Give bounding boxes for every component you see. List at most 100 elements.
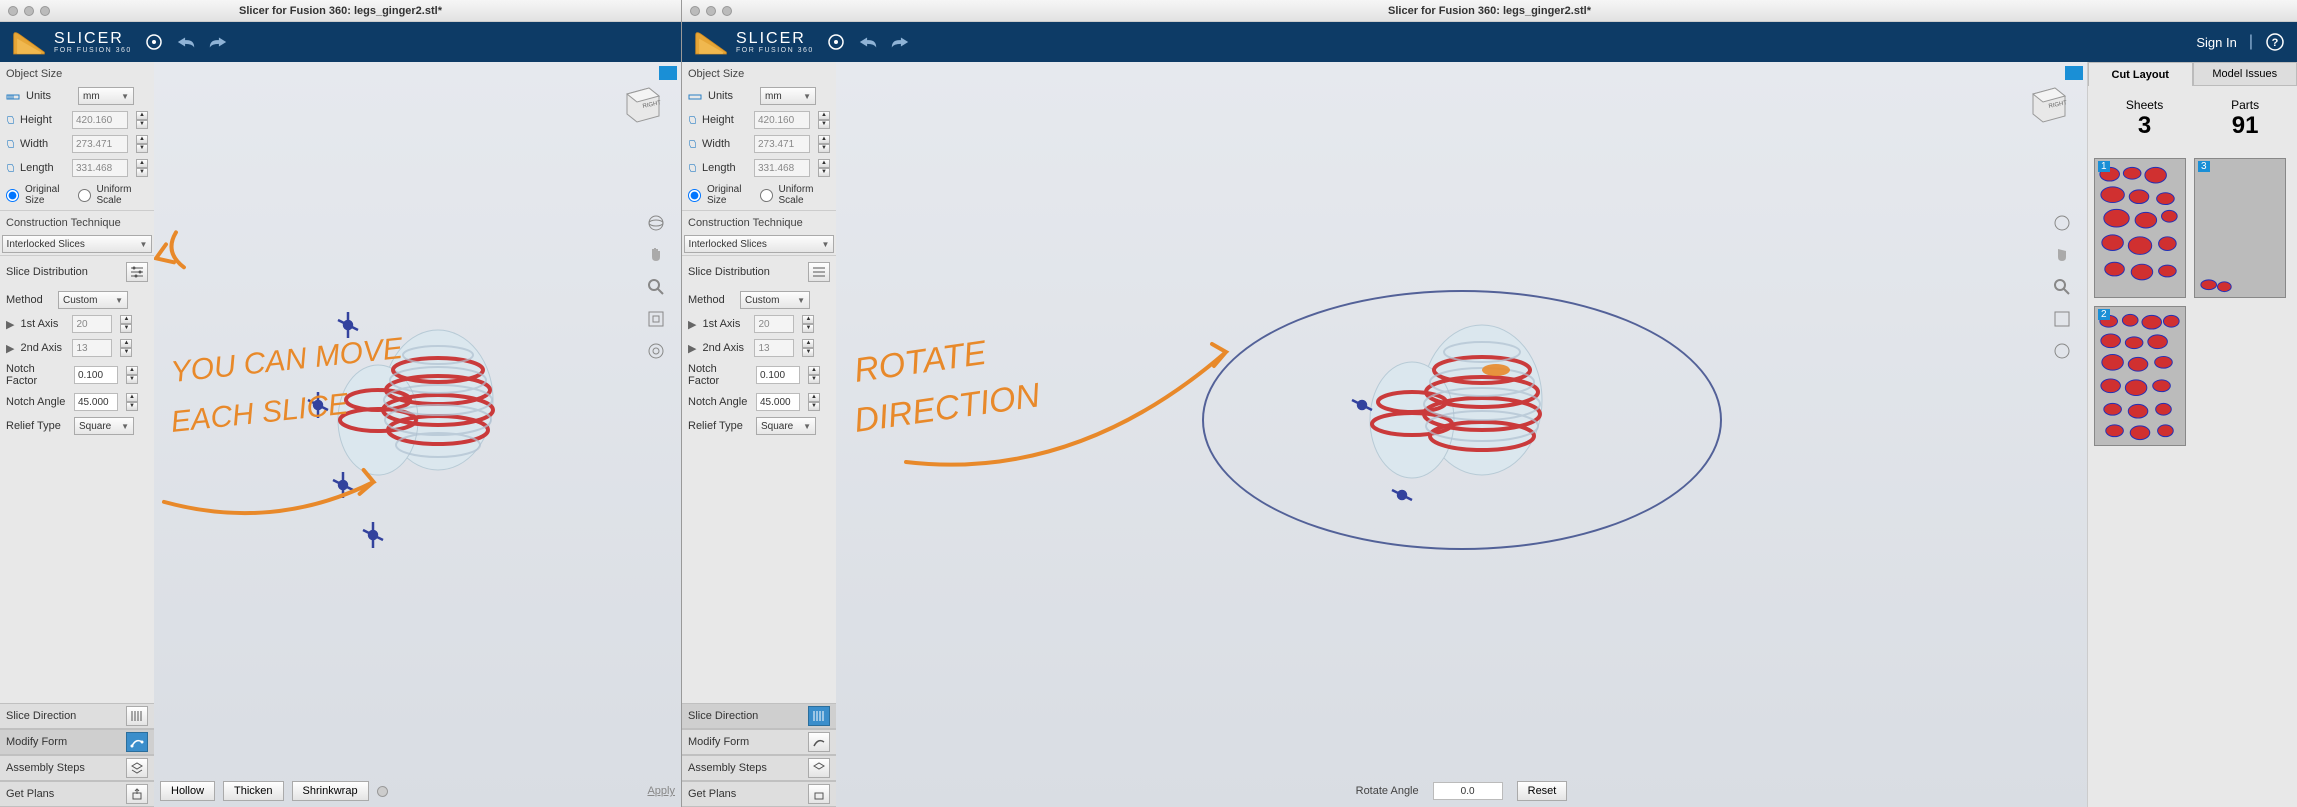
viewcube[interactable]: RIGHT (2025, 80, 2069, 124)
traffic-minimize[interactable] (706, 6, 716, 16)
viewcube[interactable]: RIGHT (619, 80, 663, 124)
slider-handle[interactable] (377, 786, 388, 797)
notch-angle-down[interactable]: ▼ (808, 402, 820, 411)
get-plans-button[interactable] (126, 784, 148, 804)
rotate-angle-input[interactable] (1433, 782, 1503, 800)
orbit-icon[interactable] (2051, 212, 2073, 234)
uniform-scale-radio[interactable] (78, 189, 91, 202)
notch-factor-up[interactable]: ▲ (808, 366, 820, 375)
notch-angle-input[interactable] (756, 393, 800, 411)
construction-technique-dropdown[interactable]: Interlocked Slices▼ (684, 235, 835, 253)
target-icon[interactable] (144, 32, 164, 52)
method-dropdown[interactable]: Custom▼ (740, 291, 810, 309)
pan-icon[interactable] (645, 244, 667, 266)
length-input[interactable] (754, 159, 810, 177)
axis2-input[interactable] (72, 339, 112, 357)
axis1-input[interactable] (72, 315, 112, 333)
home-icon[interactable] (2051, 340, 2073, 362)
sign-in-link[interactable]: Sign In (2196, 35, 2236, 50)
original-size-radio[interactable] (6, 189, 19, 202)
notch-factor-down[interactable]: ▼ (808, 375, 820, 384)
traffic-minimize[interactable] (24, 6, 34, 16)
fit-icon[interactable] (2051, 308, 2073, 330)
units-dropdown[interactable]: mm▼ (78, 87, 134, 105)
home-icon[interactable] (645, 340, 667, 362)
redo-icon[interactable] (890, 32, 910, 52)
width-down[interactable]: ▼ (818, 144, 830, 153)
height-down[interactable]: ▼ (818, 120, 830, 129)
height-up[interactable]: ▲ (136, 111, 148, 120)
modify-form-button[interactable] (126, 732, 148, 752)
thicken-button[interactable]: Thicken (223, 781, 284, 801)
axis1-down[interactable]: ▼ (120, 324, 132, 333)
relief-type-dropdown[interactable]: Square▼ (74, 417, 134, 435)
method-dropdown[interactable]: Custom▼ (58, 291, 128, 309)
axis2-up[interactable]: ▲ (120, 339, 132, 348)
notch-factor-input[interactable] (74, 366, 118, 384)
length-up[interactable]: ▲ (136, 159, 148, 168)
slice-direction-button[interactable] (126, 706, 148, 726)
get-plans-button[interactable] (808, 784, 830, 804)
slice-distribution-settings-button[interactable] (808, 262, 830, 282)
traffic-zoom[interactable] (722, 6, 732, 16)
notch-angle-down[interactable]: ▼ (126, 402, 138, 411)
traffic-close[interactable] (690, 6, 700, 16)
axis2-input[interactable] (754, 339, 794, 357)
axis2-down[interactable]: ▼ (120, 348, 132, 357)
cutsheet-1[interactable]: 1 (2094, 158, 2186, 298)
notch-angle-input[interactable] (74, 393, 118, 411)
fit-icon[interactable] (645, 308, 667, 330)
orbit-icon[interactable] (645, 212, 667, 234)
length-input[interactable] (72, 159, 128, 177)
uniform-scale-radio[interactable] (760, 189, 773, 202)
traffic-zoom[interactable] (40, 6, 50, 16)
axis1-down[interactable]: ▼ (802, 324, 814, 333)
slice-direction-button[interactable] (808, 706, 830, 726)
target-icon[interactable] (826, 32, 846, 52)
axis1-up[interactable]: ▲ (120, 315, 132, 324)
width-up[interactable]: ▲ (818, 135, 830, 144)
traffic-close[interactable] (8, 6, 18, 16)
pan-icon[interactable] (2051, 244, 2073, 266)
width-input[interactable] (754, 135, 810, 153)
original-size-radio[interactable] (688, 189, 701, 202)
notch-factor-down[interactable]: ▼ (126, 375, 138, 384)
zoom-icon[interactable] (2051, 276, 2073, 298)
units-dropdown[interactable]: mm▼ (760, 87, 816, 105)
zoom-icon[interactable] (645, 276, 667, 298)
fullscreen-icon[interactable] (2065, 66, 2083, 80)
axis2-down[interactable]: ▼ (802, 348, 814, 357)
height-up[interactable]: ▲ (818, 111, 830, 120)
notch-angle-up[interactable]: ▲ (126, 393, 138, 402)
axis2-up[interactable]: ▲ (802, 339, 814, 348)
length-down[interactable]: ▼ (136, 168, 148, 177)
width-up[interactable]: ▲ (136, 135, 148, 144)
height-down[interactable]: ▼ (136, 120, 148, 129)
tab-model-issues[interactable]: Model Issues (2193, 62, 2297, 86)
height-input[interactable] (72, 111, 128, 129)
redo-icon[interactable] (208, 32, 228, 52)
help-icon[interactable]: ? (2265, 32, 2285, 52)
modify-form-button[interactable] (808, 732, 830, 752)
assembly-steps-button[interactable] (126, 758, 148, 778)
undo-icon[interactable] (858, 32, 878, 52)
height-input[interactable] (754, 111, 810, 129)
cutsheet-3[interactable]: 3 (2194, 158, 2286, 298)
reset-button[interactable]: Reset (1517, 781, 1568, 801)
viewport-3d[interactable]: RIGHT (836, 62, 2087, 807)
construction-technique-dropdown[interactable]: Interlocked Slices▼ (2, 235, 153, 253)
width-down[interactable]: ▼ (136, 144, 148, 153)
shrinkwrap-button[interactable]: Shrinkwrap (292, 781, 369, 801)
notch-angle-up[interactable]: ▲ (808, 393, 820, 402)
axis1-up[interactable]: ▲ (802, 315, 814, 324)
width-input[interactable] (72, 135, 128, 153)
notch-factor-up[interactable]: ▲ (126, 366, 138, 375)
relief-type-dropdown[interactable]: Square▼ (756, 417, 816, 435)
notch-factor-input[interactable] (756, 366, 800, 384)
length-up[interactable]: ▲ (818, 159, 830, 168)
cutsheet-2[interactable]: 2 (2094, 306, 2186, 446)
slice-distribution-settings-button[interactable] (126, 262, 148, 282)
undo-icon[interactable] (176, 32, 196, 52)
axis1-input[interactable] (754, 315, 794, 333)
apply-link[interactable]: Apply (647, 785, 675, 797)
